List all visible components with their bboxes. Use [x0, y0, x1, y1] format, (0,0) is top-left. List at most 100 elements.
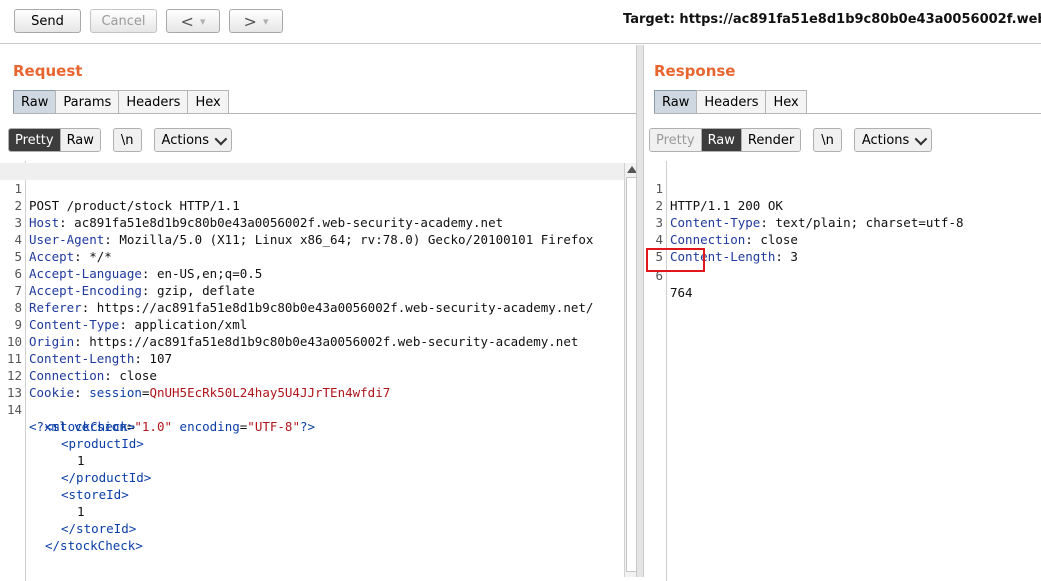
header-value: gzip, deflate: [149, 283, 255, 298]
request-line-text: POST /product/stock HTTP/1.1: [29, 198, 240, 213]
header-value: text/plain; charset=utf-8: [767, 215, 964, 230]
header-value: https://ac891fa51e8d1b9c80b0e43a0056002f…: [89, 300, 594, 315]
request-line: 4 Accept: */*: [0, 214, 111, 264]
request-editor[interactable]: 1 POST /product/stock HTTP/1.1 2 Host: a…: [0, 161, 624, 581]
response-line: 3 Connection: close: [641, 197, 797, 247]
xml-storeid-close: </storeId>: [61, 521, 137, 536]
header-name: Content-Type: [670, 215, 761, 230]
response-line: 4 Content-Length: 3: [641, 214, 797, 264]
response-tab-headers[interactable]: Headers: [696, 90, 767, 113]
actions-label: Actions: [161, 132, 210, 148]
xml-declaration-line: 14 <?xml version="1.0" encoding="UTF-8"?…: [0, 384, 315, 434]
cookie-value: QnUH5EcRk50L24hay5U4JJrTEn4wfdi7: [149, 385, 391, 400]
request-line: 2 Host: ac891fa51e8d1b9c80b0e43a0056002f…: [0, 180, 503, 230]
xml-line: <stockCheck>: [0, 401, 135, 434]
response-view-toggle: Pretty Raw Render: [649, 128, 802, 152]
header-value: close: [752, 232, 798, 247]
tab-label: Headers: [704, 94, 759, 110]
response-tab-hex[interactable]: Hex: [765, 90, 807, 113]
xml-productid-close: </productId>: [61, 470, 152, 485]
request-tab-hex[interactable]: Hex: [187, 90, 229, 113]
back-button[interactable]: < ▾: [166, 9, 220, 33]
response-view-bar: Pretty Raw Render \n Actions: [649, 128, 933, 152]
header-value: en-US,en;q=0.5: [149, 266, 263, 281]
header-name: Origin: [29, 334, 75, 349]
header-name: Content-Type: [29, 317, 120, 332]
request-title: Request: [13, 62, 83, 80]
request-line: 9 Origin: https://ac891fa51e8d1b9c80b0e4…: [0, 299, 578, 349]
xml-decl-close: ?>: [299, 419, 316, 434]
xml-line: </storeId>: [0, 503, 136, 536]
header-value: application/xml: [126, 317, 248, 332]
xml-storeid-value: 1: [77, 504, 85, 519]
response-actions-button[interactable]: Actions: [853, 128, 933, 152]
xml-line: 1: [0, 435, 85, 468]
cancel-label: Cancel: [101, 13, 146, 29]
response-render-option[interactable]: Render: [741, 129, 801, 151]
tab-label: Raw: [662, 94, 690, 110]
xml-stockcheck-close: </stockCheck>: [45, 538, 143, 553]
cookie-name: session: [89, 385, 142, 400]
header-name: User-Agent: [29, 232, 105, 247]
send-button[interactable]: Send: [14, 9, 81, 33]
request-line: 8 Content-Type: application/xml: [0, 282, 247, 332]
cancel-button[interactable]: Cancel: [90, 9, 157, 33]
header-value: close: [111, 368, 157, 383]
header-value: 107: [141, 351, 172, 366]
header-value: Mozilla/5.0 (X11; Linux x86_64; rv:78.0)…: [111, 232, 594, 247]
tab-label: Raw: [21, 94, 49, 110]
actions-label: Actions: [861, 132, 910, 148]
header-value: */*: [81, 249, 112, 264]
forward-button[interactable]: > ▾: [229, 9, 283, 33]
xml-line: </productId>: [0, 452, 151, 485]
target-url[interactable]: Target: https://ac891fa51e8d1b9c80b0e43a…: [623, 12, 1041, 27]
xml-line: <productId>: [0, 418, 144, 451]
request-view-toggle: Pretty Raw: [8, 128, 101, 152]
response-pretty-option[interactable]: Pretty: [650, 129, 702, 151]
request-pretty-option[interactable]: Pretty: [9, 129, 61, 151]
forward-dropdown-icon: ▾: [262, 14, 269, 28]
request-raw-option[interactable]: Raw: [60, 129, 100, 151]
request-view-bar: Pretty Raw \n Actions: [8, 128, 233, 152]
newline-label: \n: [120, 132, 134, 148]
request-tab-underline: [13, 113, 636, 114]
response-title: Response: [654, 62, 736, 80]
header-name: Host: [29, 215, 60, 230]
header-value: ac891fa51e8d1b9c80b0e43a0056002f.web-sec…: [66, 215, 504, 230]
xml-attr-value: "1.0": [134, 419, 173, 434]
request-line: 3 User-Agent: Mozilla/5.0 (X11; Linux x8…: [0, 197, 593, 247]
request-line: 7 Referer: https://ac891fa51e8d1b9c80b0e…: [0, 265, 593, 315]
request-line: 5 Accept-Language: en-US,en;q=0.5: [0, 231, 262, 281]
request-line: 11 Connection: close: [0, 333, 157, 383]
request-tab-params[interactable]: Params: [55, 90, 120, 113]
back-arrow-icon: <: [180, 11, 194, 31]
header-name: Content-Length: [29, 351, 135, 366]
tab-label: Hex: [773, 94, 799, 110]
header-name: Accept-Encoding: [29, 283, 142, 298]
response-tab-raw[interactable]: Raw: [654, 90, 698, 113]
response-tab-underline: [654, 113, 1041, 114]
response-line-text: HTTP/1.1 200 OK: [670, 198, 783, 213]
response-editor[interactable]: 1 HTTP/1.1 200 OK 2 Content-Type: text/p…: [641, 161, 1041, 581]
request-actions-button[interactable]: Actions: [153, 128, 233, 152]
request-newline-toggle[interactable]: \n: [112, 128, 142, 152]
header-value: 3: [782, 249, 798, 264]
xml-line: </stockCheck>: [0, 520, 143, 553]
xml-attr-value: "UTF-8": [247, 419, 300, 434]
response-raw-option[interactable]: Raw: [701, 129, 742, 151]
xml-line: <storeId>: [0, 469, 129, 502]
header-name: Accept: [29, 249, 75, 264]
request-tab-headers[interactable]: Headers: [118, 90, 189, 113]
response-newline-toggle[interactable]: \n: [813, 128, 842, 152]
xml-attr-name: encoding: [179, 419, 240, 434]
back-dropdown-icon: ▾: [199, 14, 206, 28]
xml-storeid-open: <storeId>: [61, 487, 129, 502]
request-tab-raw[interactable]: Raw: [13, 90, 57, 113]
highlight-annotation: [646, 248, 705, 272]
request-line: 12 Cookie: session=QnUH5EcRk50L24hay5U4J…: [0, 350, 390, 400]
xml-productid-value: 1: [77, 453, 85, 468]
header-name: Referer: [29, 300, 82, 315]
request-line: 13: [0, 367, 30, 400]
header-name: Connection: [670, 232, 746, 247]
request-line: 1 POST /product/stock HTTP/1.1: [0, 163, 624, 213]
